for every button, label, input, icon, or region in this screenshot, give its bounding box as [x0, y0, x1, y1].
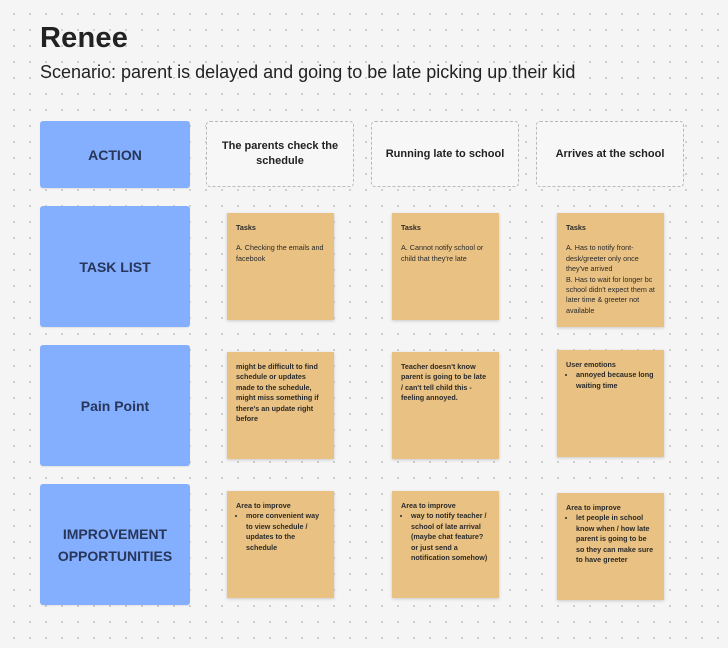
sticky-bullet-list: annoyed because long waiting time — [566, 370, 655, 391]
improvement-line-1: IMPROVEMENT — [62, 525, 168, 542]
column-header-text: Arrives at the school — [555, 147, 665, 160]
improvement-line-2: OPPORTUNITIES — [57, 547, 173, 564]
row-label-task-list[interactable]: TASK LIST — [40, 206, 190, 327]
row-label-task-list-text: TASK LIST — [79, 258, 151, 275]
sticky-text: Teacher doesn't know parent is going to … — [401, 362, 487, 403]
sticky-bullet-list: more convenient way to view schedule / u… — [236, 511, 325, 553]
sticky-pain-check-schedule[interactable]: might be difficult to find schedule or u… — [227, 352, 334, 459]
sticky-bullet: annoyed because long waiting time — [576, 370, 655, 391]
column-header-running-late[interactable]: Running late to school — [371, 121, 519, 187]
sticky-text: might be difficult to find schedule or u… — [236, 362, 319, 424]
sticky-heading: Tasks — [401, 223, 421, 232]
sticky-heading: Tasks — [566, 223, 586, 232]
row-label-action-text: ACTION — [88, 146, 142, 163]
sticky-heading: Tasks — [236, 223, 256, 232]
sticky-task-arrives[interactable]: Tasks A. Has to notify front-desk/greete… — [557, 213, 664, 327]
column-header-text: Running late to school — [385, 147, 505, 160]
sticky-bullet-list: way to notify teacher / school of late a… — [401, 511, 490, 563]
row-label-pain-point-text: Pain Point — [80, 397, 150, 414]
row-label-improvement[interactable]: IMPROVEMENT OPPORTUNITIES — [40, 484, 190, 605]
sticky-heading: Area to improve — [401, 501, 456, 510]
sticky-heading: Area to improve — [566, 503, 621, 512]
scenario-subtitle: Scenario: parent is delayed and going to… — [40, 62, 576, 82]
sticky-heading: User emotions — [566, 360, 616, 369]
sticky-item: B. Has to wait for longer bc school didn… — [566, 274, 655, 315]
sticky-item: A. Has to notify front-desk/greeter only… — [566, 243, 639, 274]
sticky-task-check-schedule[interactable]: Tasks A. Checking the emails and faceboo… — [227, 213, 334, 320]
sticky-bullet-list: let people in school know when / how lat… — [566, 513, 655, 565]
sticky-pain-running-late[interactable]: Teacher doesn't know parent is going to … — [392, 352, 499, 459]
page-title: Renee — [40, 22, 129, 54]
row-label-improvement-text: IMPROVEMENT OPPORTUNITIES — [58, 523, 172, 567]
sticky-pain-arrives[interactable]: User emotions annoyed because long waiti… — [557, 350, 664, 457]
sticky-bullet: way to notify teacher / school of late a… — [411, 511, 490, 563]
sticky-item: A. Checking the emails and facebook — [236, 243, 324, 263]
row-label-pain-point[interactable]: Pain Point — [40, 345, 190, 466]
row-label-action[interactable]: ACTION — [40, 121, 190, 188]
sticky-improve-running-late[interactable]: Area to improve way to notify teacher / … — [392, 491, 499, 598]
sticky-improve-arrives[interactable]: Area to improve let people in school kno… — [557, 493, 664, 600]
column-header-text: The parents check the schedule — [221, 140, 339, 167]
sticky-bullet: let people in school know when / how lat… — [576, 513, 655, 565]
column-header-arrives[interactable]: Arrives at the school — [536, 121, 684, 187]
sticky-heading: Area to improve — [236, 501, 291, 510]
sticky-item: A. Cannot notify school or child that th… — [401, 243, 484, 263]
column-header-check-schedule[interactable]: The parents check the schedule — [206, 121, 354, 187]
sticky-improve-check-schedule[interactable]: Area to improve more convenient way to v… — [227, 491, 334, 598]
sticky-bullet: more convenient way to view schedule / u… — [246, 511, 325, 553]
sticky-task-running-late[interactable]: Tasks A. Cannot notify school or child t… — [392, 213, 499, 320]
